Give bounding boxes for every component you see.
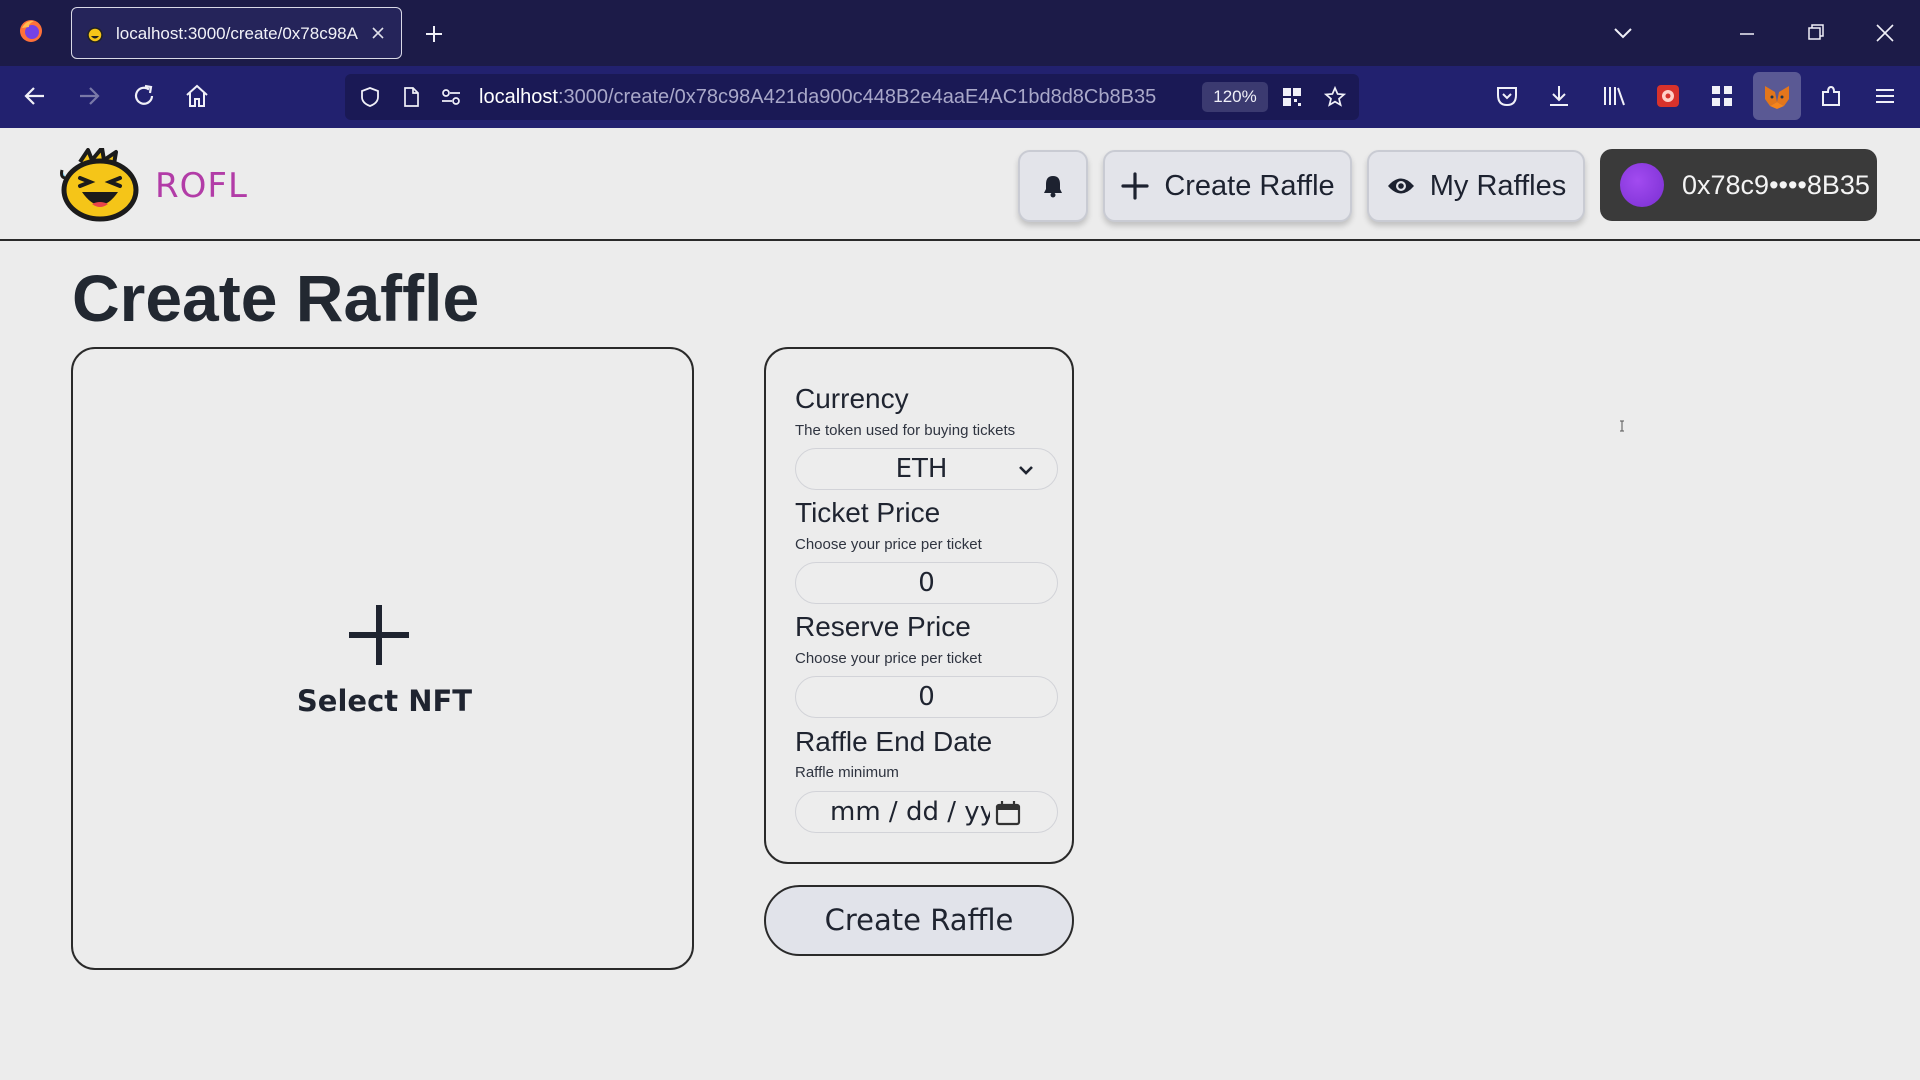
page-icon[interactable]: [400, 86, 422, 108]
wallet-account-button[interactable]: 0x78c9••••8B35: [1600, 149, 1877, 221]
back-icon[interactable]: [22, 83, 48, 109]
ticket-price-input[interactable]: 0: [795, 562, 1058, 604]
create-raffle-submit-button[interactable]: Create Raffle: [764, 885, 1074, 956]
calendar-icon[interactable]: [995, 800, 1021, 826]
create-raffle-nav-button[interactable]: Create Raffle: [1103, 150, 1352, 222]
reload-icon[interactable]: [131, 83, 157, 109]
plus-icon: [346, 602, 412, 668]
tab-title: localhost:3000/create/0x78c98A: [116, 24, 358, 43]
plus-icon: [1120, 171, 1150, 201]
currency-help: The token used for buying tickets: [795, 422, 1016, 439]
brand-name[interactable]: ROFL: [155, 166, 248, 206]
text-cursor-icon: [1619, 420, 1625, 432]
ticket-price-label: Ticket Price: [795, 497, 941, 528]
chevron-down-icon[interactable]: [1612, 24, 1634, 42]
end-date-placeholder: mm / dd / yyyy: [830, 797, 990, 827]
firefox-icon[interactable]: [18, 18, 44, 44]
address-bar[interactable]: localhost:3000/create/0x78c98A421da900c4…: [345, 74, 1359, 120]
end-date-label: Raffle End Date: [795, 726, 993, 757]
grid-icon[interactable]: [1709, 83, 1735, 109]
home-icon[interactable]: [184, 83, 210, 109]
pocket-icon[interactable]: [1494, 83, 1520, 109]
url-path: :3000/create/0x78c98A421da900c448B2e4aaE…: [557, 86, 1157, 108]
wallet-address: 0x78c9••••8B35: [1682, 169, 1870, 200]
qr-icon[interactable]: [1281, 86, 1303, 108]
rofl-logo-icon[interactable]: [58, 148, 140, 222]
end-date-input[interactable]: mm / dd / yyyy: [795, 791, 1058, 833]
tab-favicon-icon: [86, 25, 104, 43]
library-icon[interactable]: [1601, 83, 1627, 109]
page-title: Create Raffle: [72, 261, 480, 335]
reserve-price-input[interactable]: 0: [795, 676, 1058, 718]
download-icon[interactable]: [1546, 83, 1572, 109]
browser-navbar: localhost:3000/create/0x78c98A421da900c4…: [0, 66, 1920, 128]
zoom-level-badge[interactable]: 120%: [1202, 82, 1268, 112]
shield-icon[interactable]: [359, 86, 381, 108]
end-date-help: Raffle minimum: [795, 764, 899, 781]
close-icon[interactable]: [369, 24, 387, 42]
reserve-price-help: Choose your price per ticket: [795, 650, 982, 667]
currency-select[interactable]: ETH: [795, 448, 1058, 490]
browser-tab[interactable]: localhost:3000/create/0x78c98A: [71, 7, 402, 59]
new-tab-button[interactable]: [422, 22, 446, 46]
select-nft-label: Select NFT: [296, 684, 473, 718]
my-raffles-label: My Raffles: [1429, 169, 1567, 202]
eye-icon: [1386, 175, 1416, 197]
browser-tabbar: localhost:3000/create/0x78c98A: [0, 0, 1920, 66]
currency-label: Currency: [795, 383, 909, 414]
url-host: localhost: [479, 86, 558, 108]
bell-icon: [1042, 174, 1064, 198]
currency-value: ETH: [895, 454, 948, 484]
url-text: localhost:3000/create/0x78c98A421da900c4…: [479, 86, 1156, 109]
reserve-price-label: Reserve Price: [795, 611, 971, 642]
puzzle-icon[interactable]: [1818, 83, 1844, 109]
page: ROFL Create Raffle My Raffles 0x78c9••••…: [0, 128, 1920, 1080]
chevron-down-icon: [1017, 461, 1035, 479]
restore-icon[interactable]: [1806, 22, 1826, 42]
minimize-icon[interactable]: [1737, 24, 1757, 44]
create-raffle-nav-label: Create Raffle: [1164, 169, 1335, 202]
raffle-settings-form: Currency The token used for buying ticke…: [764, 347, 1074, 864]
my-raffles-button[interactable]: My Raffles: [1367, 150, 1585, 222]
menu-icon[interactable]: [1872, 83, 1898, 109]
notifications-button[interactable]: [1018, 150, 1088, 222]
extension-icon[interactable]: [1655, 83, 1681, 109]
avatar: [1620, 163, 1664, 207]
metamask-icon[interactable]: [1753, 72, 1801, 120]
forward-icon[interactable]: [76, 83, 102, 109]
ticket-price-help: Choose your price per ticket: [795, 536, 982, 553]
site-header: ROFL Create Raffle My Raffles 0x78c9••••…: [0, 128, 1920, 241]
close-icon[interactable]: [1874, 22, 1896, 44]
permissions-icon[interactable]: [440, 86, 462, 108]
star-icon[interactable]: [1324, 86, 1346, 108]
select-nft-dropzone[interactable]: Select NFT: [71, 347, 694, 970]
